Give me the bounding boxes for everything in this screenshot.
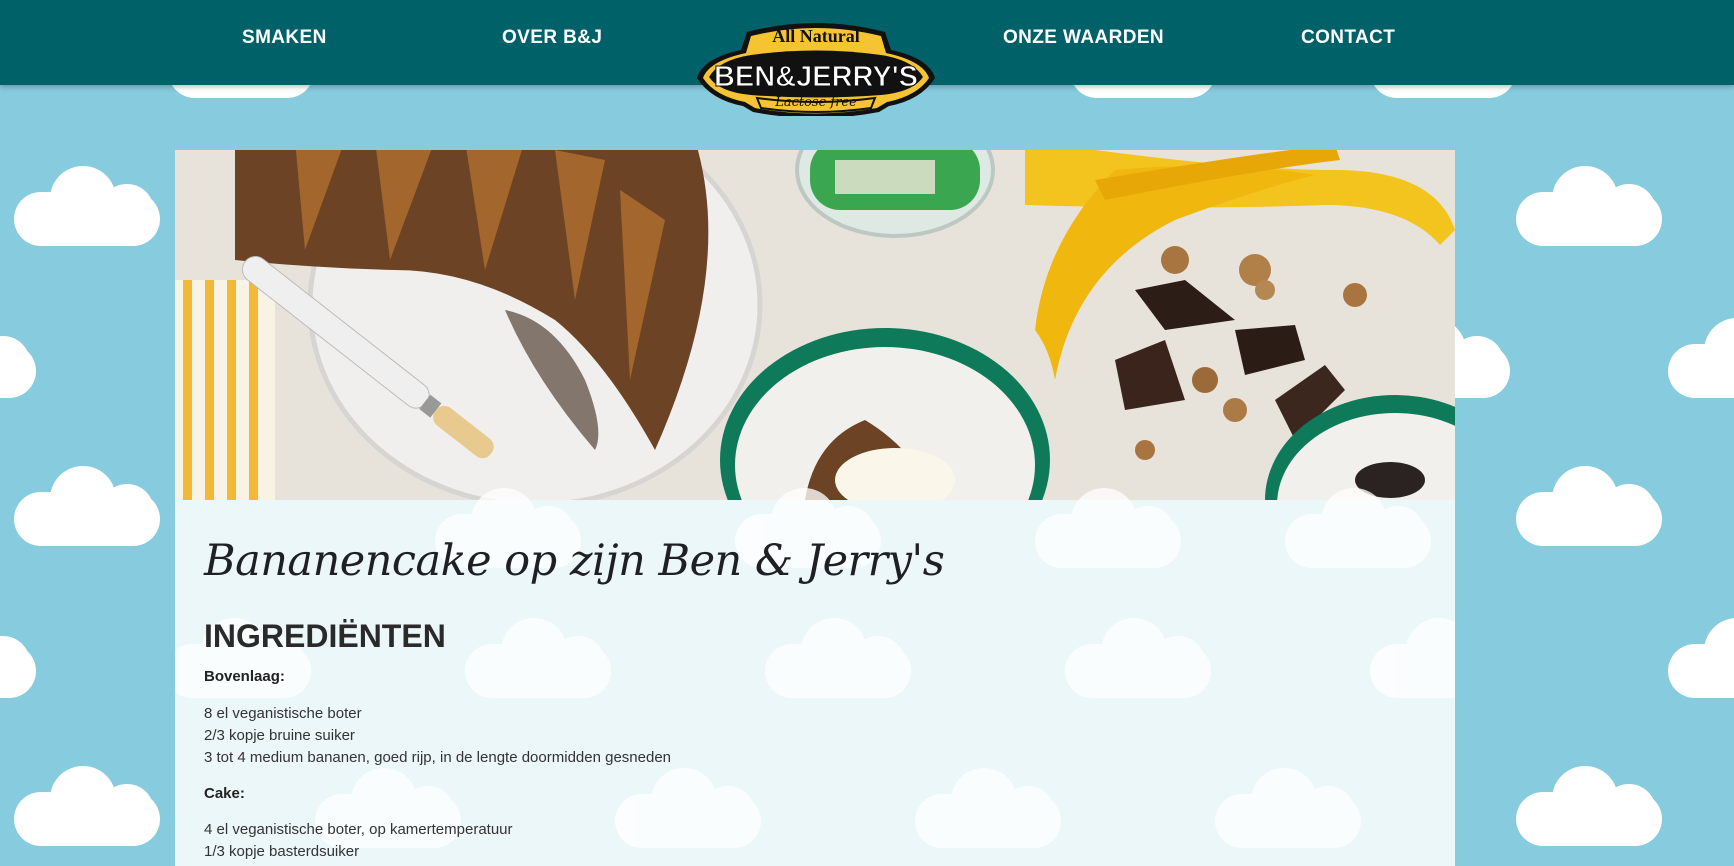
- cloud-decoration: [615, 768, 761, 848]
- cloud-decoration: [465, 618, 611, 698]
- ingredient-item: 1/3 kopje basterdsuiker: [204, 843, 360, 860]
- ben-jerrys-logo[interactable]: All Natural BEN&JERRY'S Lactose free: [689, 20, 943, 118]
- cloud-decoration: [0, 618, 36, 698]
- section-heading-cake: Cake:: [204, 785, 245, 802]
- logo-tagline-top: All Natural: [772, 26, 860, 46]
- cloud-decoration: [1668, 318, 1734, 398]
- ingredient-item: 8 el veganistische boter: [204, 705, 362, 722]
- ingredient-item: 2/3 kopje bruine suiker: [204, 727, 355, 744]
- cloud-decoration: [1370, 618, 1455, 698]
- nav-link-contact[interactable]: CONTACT: [1301, 27, 1395, 49]
- recipe-card: Bananencake op zijn Ben & Jerry's INGRED…: [175, 150, 1455, 866]
- cloud-decoration: [1516, 166, 1662, 246]
- logo-brand: BEN&JERRY'S: [714, 61, 918, 93]
- nav-link-onze-waarden[interactable]: ONZE WAARDEN: [1003, 27, 1164, 49]
- ingredients-heading: INGREDIËNTEN: [204, 618, 446, 654]
- ingredient-item: 4 el veganistische boter, op kamertemper…: [204, 821, 513, 838]
- cloud-decoration: [14, 466, 160, 546]
- cloud-decoration: [14, 766, 160, 846]
- cloud-decoration: [1215, 768, 1361, 848]
- ingredient-item: 3 tot 4 medium bananen, goed rijp, in de…: [204, 749, 671, 766]
- cloud-decoration: [1035, 488, 1181, 568]
- cloud-decoration: [1516, 466, 1662, 546]
- nav-link-smaken[interactable]: SMAKEN: [242, 27, 327, 49]
- cloud-decoration: [0, 318, 36, 398]
- tea-towel: [175, 280, 275, 500]
- cloud-decoration: [765, 618, 911, 698]
- section-heading-bovenlaag: Bovenlaag:: [204, 668, 285, 685]
- cloud-decoration: [1065, 618, 1211, 698]
- cloud-decoration: [1668, 618, 1734, 698]
- nav-link-over-bj[interactable]: OVER B&J: [502, 27, 602, 49]
- recipe-title: Bananencake op zijn Ben & Jerry's: [204, 536, 945, 586]
- cloud-decoration: [1516, 766, 1662, 846]
- logo-tagline-bottom: Lactose free: [774, 95, 857, 110]
- cloud-decoration: [14, 166, 160, 246]
- recipe-content: Bananencake op zijn Ben & Jerry's INGRED…: [175, 488, 1455, 866]
- cloud-decoration: [1285, 488, 1431, 568]
- hero-photo: [175, 150, 1455, 500]
- cloud-decoration: [915, 768, 1061, 848]
